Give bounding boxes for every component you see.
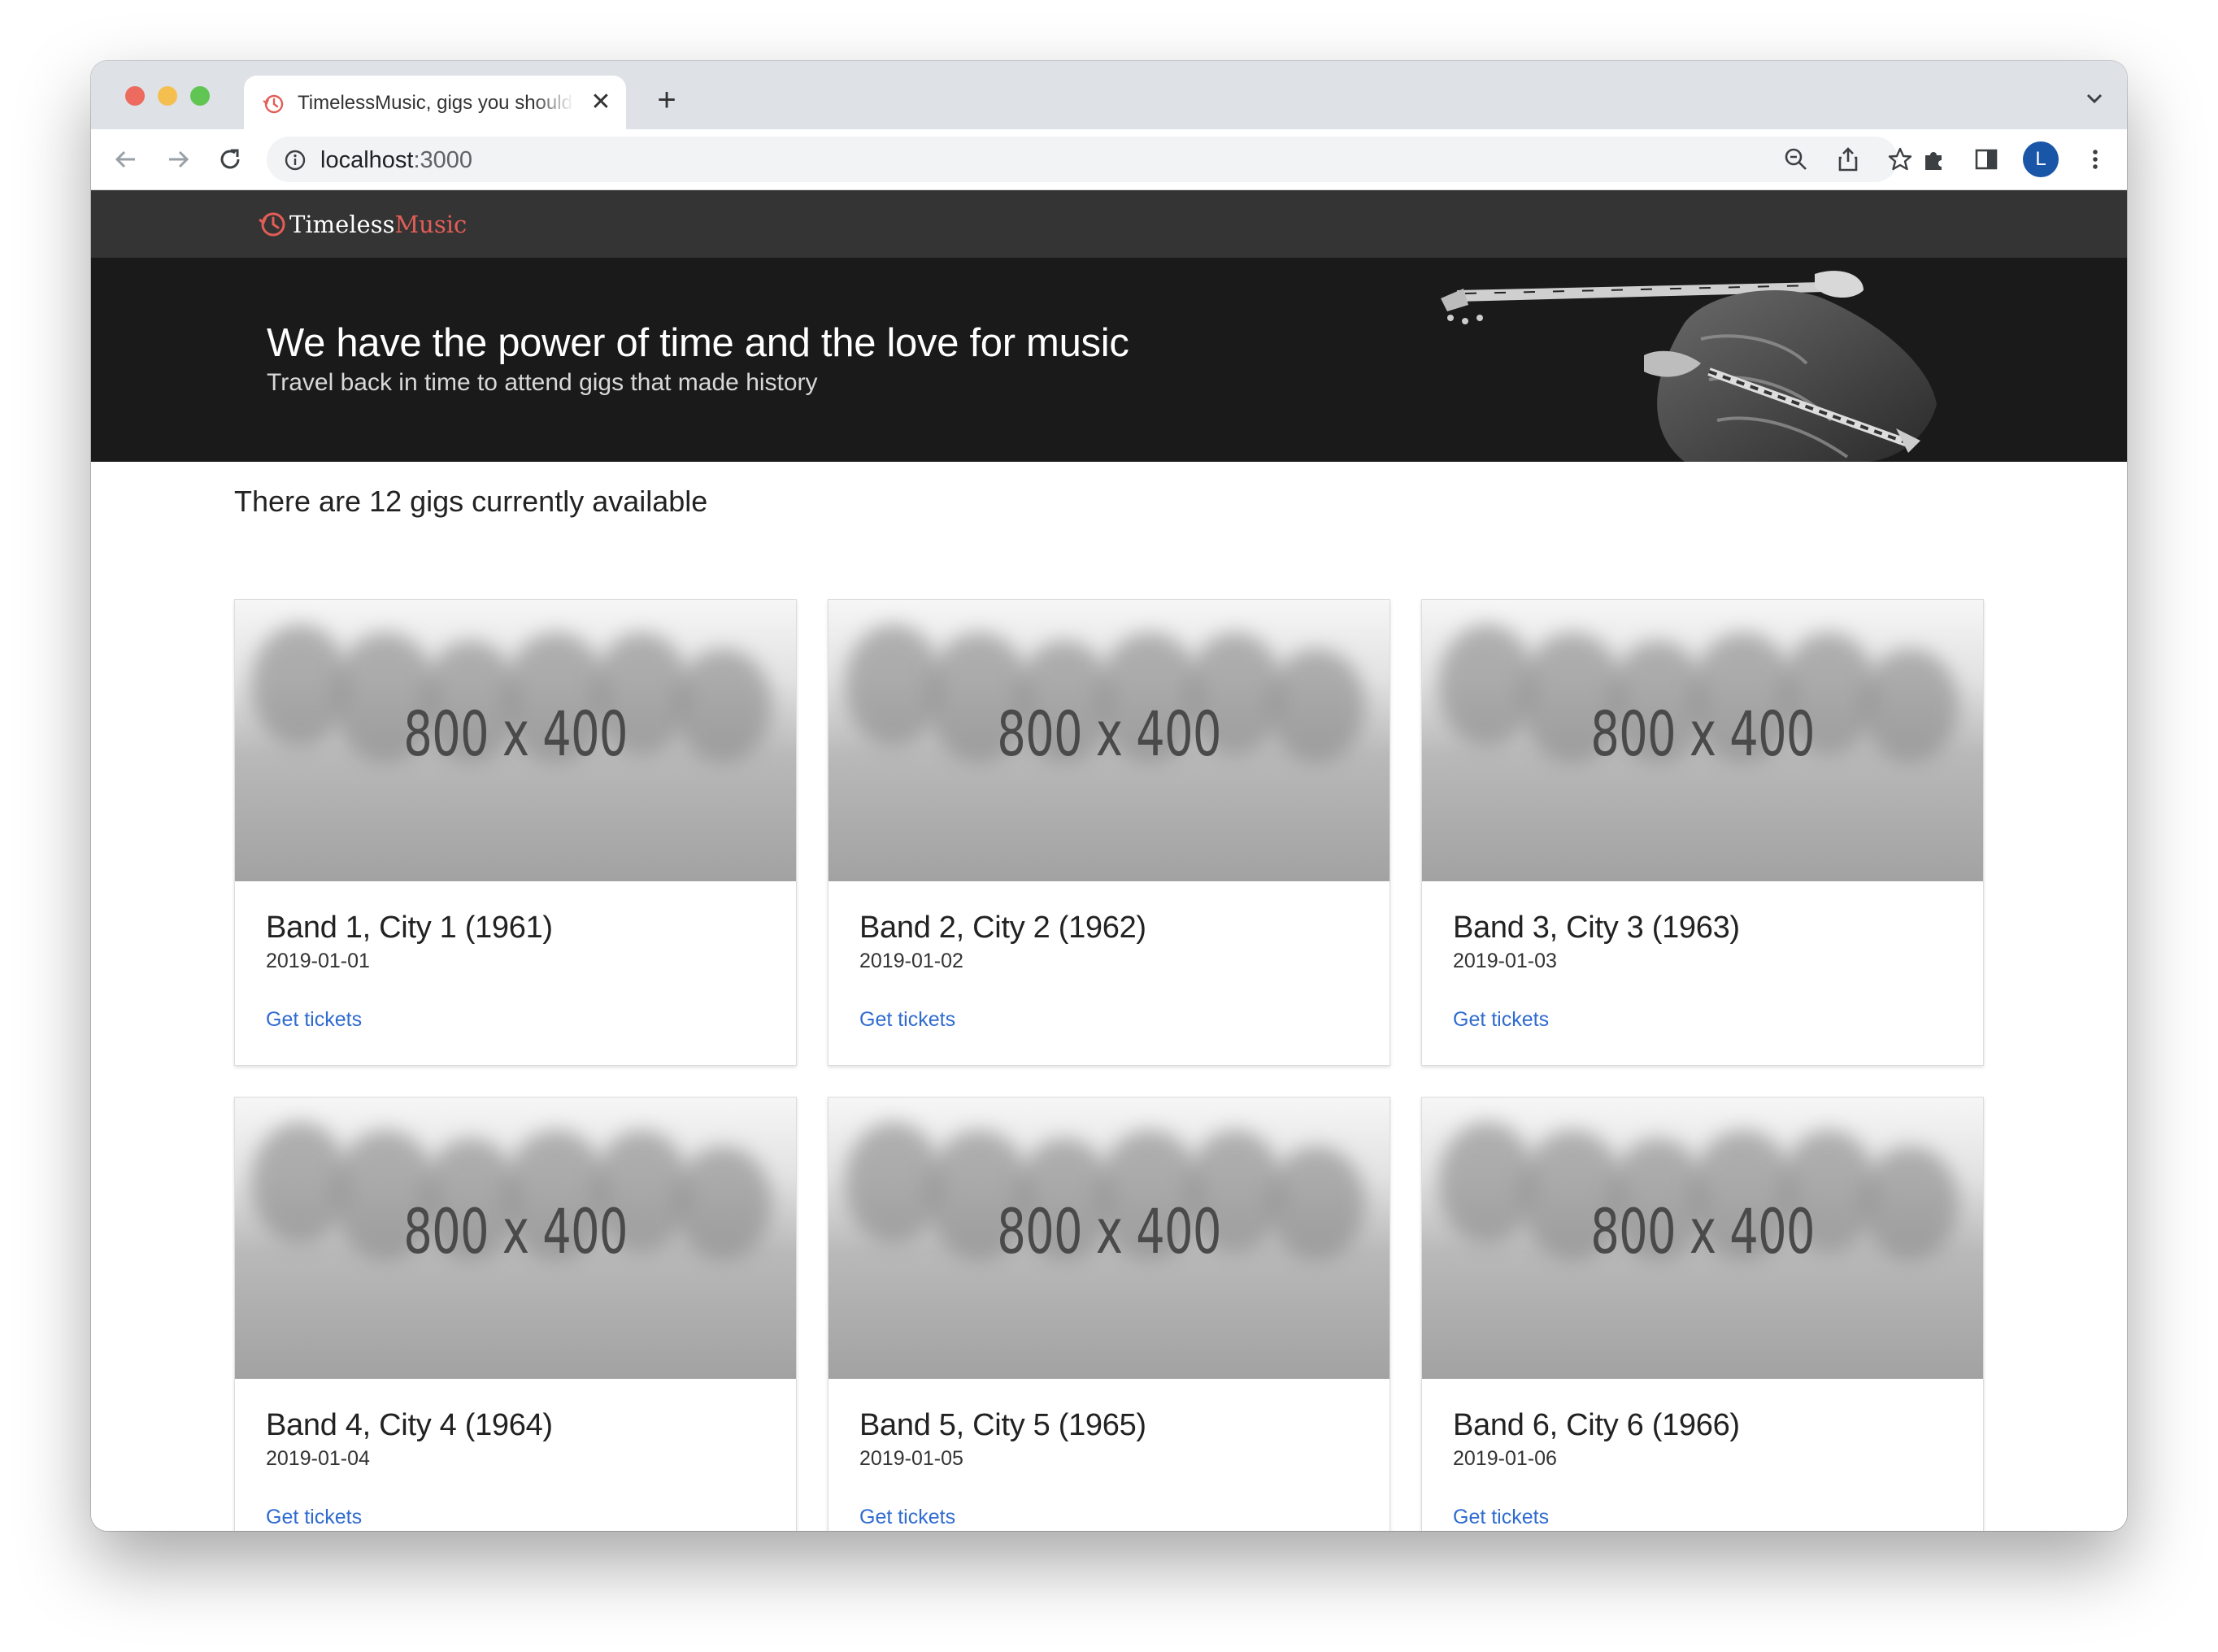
gig-card: 800 x 400 Band 3, City 3 (1963) 2019-01-… <box>1421 599 1984 1066</box>
minimize-window-button[interactable] <box>158 86 177 106</box>
image-size-label: 800 x 400 <box>997 1195 1221 1267</box>
brand-name-timeless: Timeless <box>289 211 395 238</box>
get-tickets-link[interactable]: Get tickets <box>266 1506 362 1529</box>
guitarist-illustration <box>1441 271 1937 462</box>
site-logo[interactable]: Timeless Music <box>257 208 467 241</box>
url-host: localhost <box>320 147 414 173</box>
timeless-music-favicon-icon <box>263 94 284 114</box>
get-tickets-link[interactable]: Get tickets <box>1453 1008 1549 1032</box>
gig-image-placeholder: 800 x 400 <box>1422 600 1983 881</box>
close-tab-icon[interactable]: ✕ <box>587 89 615 116</box>
hero-subtitle: Travel back in time to attend gigs that … <box>267 369 818 396</box>
gig-count-heading: There are 12 gigs currently available <box>234 485 708 518</box>
zoom-icon[interactable] <box>1782 146 1810 173</box>
gig-date: 2019-01-01 <box>266 950 370 972</box>
tab-title: TimelessMusic, gigs you should <box>298 92 572 114</box>
image-size-label: 800 x 400 <box>403 1195 628 1267</box>
image-size-label: 800 x 400 <box>997 698 1221 770</box>
gig-title: Band 3, City 3 (1963) <box>1453 911 1740 945</box>
gig-card: 800 x 400 Band 1, City 1 (1961) 2019-01-… <box>234 599 797 1066</box>
gig-date: 2019-01-06 <box>1453 1447 1557 1470</box>
gig-date: 2019-01-04 <box>266 1447 370 1470</box>
gig-title: Band 5, City 5 (1965) <box>859 1408 1146 1442</box>
get-tickets-link[interactable]: Get tickets <box>859 1008 955 1032</box>
gig-image-placeholder: 800 x 400 <box>235 1098 796 1379</box>
bookmark-star-icon[interactable] <box>1886 146 1914 173</box>
gig-title: Band 6, City 6 (1966) <box>1453 1408 1740 1442</box>
gig-title: Band 4, City 4 (1964) <box>266 1408 553 1442</box>
close-window-button[interactable] <box>125 86 145 106</box>
gig-card: 800 x 400 Band 2, City 2 (1962) 2019-01-… <box>828 599 1390 1066</box>
more-menu-icon[interactable] <box>2081 146 2109 173</box>
extensions-puzzle-icon[interactable] <box>1920 146 1948 173</box>
clock-history-icon <box>259 212 285 237</box>
gig-date: 2019-01-02 <box>859 950 963 972</box>
profile-avatar[interactable]: L <box>2023 141 2059 177</box>
url-port: :3000 <box>413 147 473 173</box>
gig-date: 2019-01-05 <box>859 1447 963 1470</box>
gig-image-placeholder: 800 x 400 <box>235 600 796 881</box>
gig-title: Band 2, City 2 (1962) <box>859 911 1146 945</box>
active-tab[interactable]: TimelessMusic, gigs you should ✕ <box>244 76 626 129</box>
browser-toolbar: localhost:3000 L <box>91 129 2127 190</box>
gig-image-placeholder: 800 x 400 <box>828 1098 1390 1379</box>
image-size-label: 800 x 400 <box>1590 1195 1815 1267</box>
gig-title: Band 1, City 1 (1961) <box>266 911 553 945</box>
maximize-window-button[interactable] <box>190 86 210 106</box>
share-icon[interactable] <box>1834 146 1862 173</box>
site-navbar: Timeless Music <box>91 190 2127 258</box>
address-bar[interactable]: localhost:3000 <box>267 137 1912 182</box>
web-page: Timeless Music We have the power of time … <box>91 190 2127 1531</box>
gig-card: 800 x 400 Band 6, City 6 (1966) 2019-01-… <box>1421 1097 1984 1531</box>
url-text: localhost:3000 <box>320 147 472 174</box>
reload-icon[interactable] <box>216 146 244 173</box>
forward-arrow-icon[interactable] <box>164 146 192 173</box>
site-info-icon[interactable] <box>285 150 306 171</box>
browser-window: TimelessMusic, gigs you should ✕ + local… <box>91 61 2127 1531</box>
hero-banner: We have the power of time and the love f… <box>91 258 2127 462</box>
gig-date: 2019-01-03 <box>1453 950 1557 972</box>
get-tickets-link[interactable]: Get tickets <box>859 1506 955 1529</box>
hero-title: We have the power of time and the love f… <box>267 321 1129 365</box>
tab-search-chevron-icon[interactable] <box>2085 90 2104 107</box>
gig-card: 800 x 400 Band 4, City 4 (1964) 2019-01-… <box>234 1097 797 1531</box>
back-arrow-icon[interactable] <box>112 146 140 173</box>
gig-card: 800 x 400 Band 5, City 5 (1965) 2019-01-… <box>828 1097 1390 1531</box>
get-tickets-link[interactable]: Get tickets <box>1453 1506 1549 1529</box>
image-size-label: 800 x 400 <box>1590 698 1815 770</box>
image-size-label: 800 x 400 <box>403 698 628 770</box>
gig-image-placeholder: 800 x 400 <box>828 600 1390 881</box>
gig-image-placeholder: 800 x 400 <box>1422 1098 1983 1379</box>
new-tab-icon[interactable]: + <box>650 84 683 118</box>
get-tickets-link[interactable]: Get tickets <box>266 1008 362 1032</box>
side-panel-icon[interactable] <box>1972 146 2000 173</box>
tab-strip: TimelessMusic, gigs you should ✕ + <box>91 61 2127 129</box>
brand-name-music: Music <box>394 211 468 238</box>
